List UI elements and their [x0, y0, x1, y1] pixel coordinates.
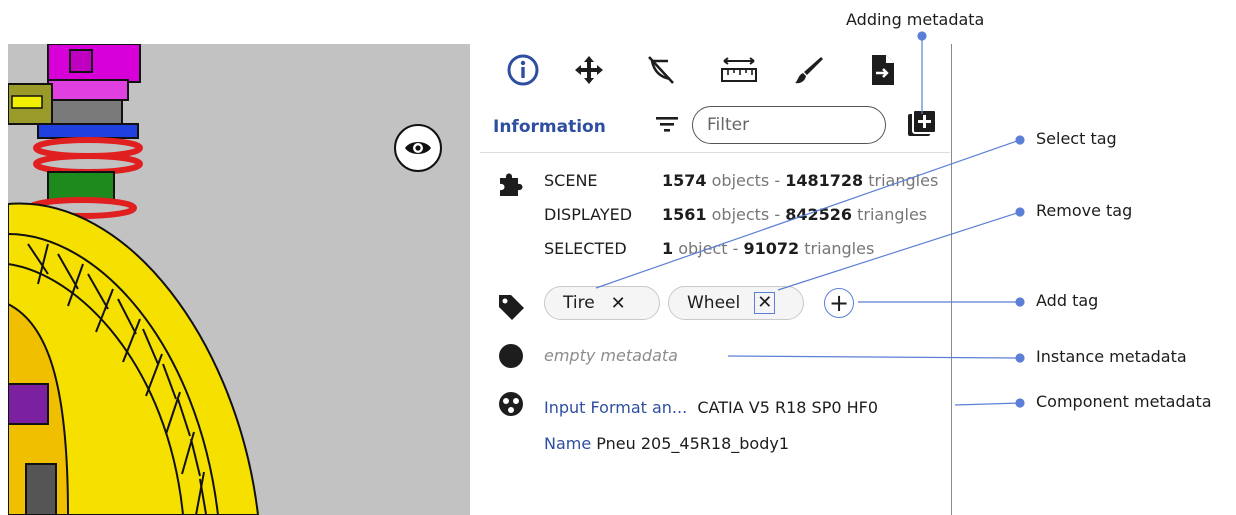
annotation-component-metadata: Component metadata	[1036, 392, 1212, 411]
annotation-lines	[595, 31, 1025, 408]
annotation-remove-tag: Remove tag	[1036, 201, 1133, 220]
annotation-add-tag: Add tag	[1036, 291, 1099, 310]
annotation-select-tag: Select tag	[1036, 129, 1117, 148]
annotation-instance-metadata: Instance metadata	[1036, 347, 1187, 366]
annotation-adding-metadata: Adding metadata	[846, 10, 985, 29]
